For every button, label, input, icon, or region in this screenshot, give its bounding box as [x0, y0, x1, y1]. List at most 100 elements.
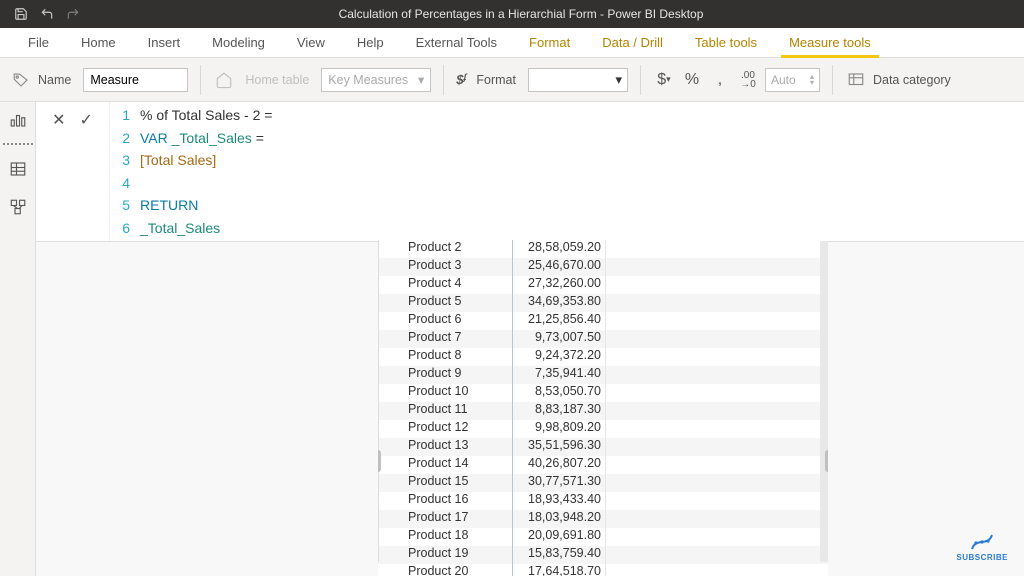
- currency-button[interactable]: $▾: [653, 69, 675, 91]
- value-cell: 40,26,807.20: [513, 456, 606, 474]
- subscribe-badge: SUBSCRIBE: [956, 533, 1008, 562]
- table-row[interactable]: Product 1915,83,759.40: [378, 546, 828, 564]
- resize-handle-left[interactable]: [378, 450, 381, 472]
- table-row[interactable]: Product 228,58,059.20: [378, 240, 828, 258]
- table-row[interactable]: Product 1618,93,433.40: [378, 492, 828, 510]
- formula-editor[interactable]: 1% of Total Sales - 2 =2VAR _Total_Sales…: [110, 102, 1024, 241]
- table-row[interactable]: Product 97,35,941.40: [378, 366, 828, 384]
- home-table-dropdown[interactable]: Key Measures ▾: [321, 68, 431, 92]
- decimal-decrease-button[interactable]: .00→0: [737, 69, 759, 91]
- tab-external-tools[interactable]: External Tools: [400, 28, 513, 58]
- value-cell: 7,35,941.40: [513, 366, 606, 384]
- data-category-icon: [845, 69, 867, 91]
- save-icon[interactable]: [14, 7, 28, 21]
- data-category-label: Data category: [873, 73, 951, 87]
- undo-icon[interactable]: [40, 7, 54, 21]
- title-bar: Calculation of Percentages in a Hierarch…: [0, 0, 1024, 28]
- tab-data-drill[interactable]: Data / Drill: [586, 28, 679, 58]
- scrollbar[interactable]: [820, 241, 828, 562]
- format-dropdown[interactable]: ▾: [528, 68, 628, 92]
- home-table-label: Home table: [245, 73, 309, 87]
- value-cell: 35,51,596.30: [513, 438, 606, 456]
- commit-formula-button[interactable]: ✓: [80, 110, 93, 130]
- chevron-down-icon: ▾: [418, 72, 424, 87]
- table-row[interactable]: Product 108,53,050.70: [378, 384, 828, 402]
- product-name-cell: Product 8: [378, 348, 513, 366]
- data-table: Product 228,58,059.20Product 325,46,670.…: [378, 240, 828, 576]
- home-table-value: Key Measures: [328, 73, 408, 87]
- value-cell: 25,46,670.00: [513, 258, 606, 276]
- product-name-cell: Product 9: [378, 366, 513, 384]
- table-row[interactable]: Product 1820,09,691.80: [378, 528, 828, 546]
- table-row[interactable]: Product 118,83,187.30: [378, 402, 828, 420]
- product-name-cell: Product 18: [378, 528, 513, 546]
- value-cell: 15,83,759.40: [513, 546, 606, 564]
- table-row[interactable]: Product 534,69,353.80: [378, 294, 828, 312]
- product-name-cell: Product 2: [378, 240, 513, 258]
- data-view-button[interactable]: [4, 155, 32, 183]
- value-cell: 30,77,571.30: [513, 474, 606, 492]
- product-name-cell: Product 6: [378, 312, 513, 330]
- table-row[interactable]: Product 1718,03,948.20: [378, 510, 828, 528]
- measure-name-input[interactable]: [83, 68, 188, 92]
- formula-bar: ✕ ✓ 1% of Total Sales - 2 =2VAR _Total_S…: [36, 102, 1024, 242]
- name-label: Name: [38, 73, 71, 87]
- tab-insert[interactable]: Insert: [132, 28, 197, 58]
- tag-icon: [10, 69, 32, 91]
- value-cell: 17,64,518.70: [513, 564, 606, 576]
- value-cell: 8,53,050.70: [513, 384, 606, 402]
- percent-button[interactable]: %: [681, 69, 703, 91]
- product-name-cell: Product 15: [378, 474, 513, 492]
- table-row[interactable]: Product 1440,26,807.20: [378, 456, 828, 474]
- product-name-cell: Product 17: [378, 510, 513, 528]
- value-cell: 27,32,260.00: [513, 276, 606, 294]
- table-row[interactable]: Product 325,46,670.00: [378, 258, 828, 276]
- tab-help[interactable]: Help: [341, 28, 400, 58]
- value-cell: 28,58,059.20: [513, 240, 606, 258]
- value-cell: 9,73,007.50: [513, 330, 606, 348]
- table-row[interactable]: Product 89,24,372.20: [378, 348, 828, 366]
- product-name-cell: Product 4: [378, 276, 513, 294]
- value-cell: 21,25,856.40: [513, 312, 606, 330]
- product-name-cell: Product 19: [378, 546, 513, 564]
- window-title: Calculation of Percentages in a Hierarch…: [86, 7, 956, 21]
- tab-measure-tools[interactable]: Measure tools: [773, 28, 887, 58]
- table-row[interactable]: Product 427,32,260.00: [378, 276, 828, 294]
- table-row[interactable]: Product 1530,77,571.30: [378, 474, 828, 492]
- model-view-button[interactable]: [4, 193, 32, 221]
- cancel-formula-button[interactable]: ✕: [52, 110, 65, 130]
- table-row[interactable]: Product 1335,51,596.30: [378, 438, 828, 456]
- value-cell: 9,24,372.20: [513, 348, 606, 366]
- report-view-button[interactable]: [4, 106, 32, 134]
- tab-view[interactable]: View: [281, 28, 341, 58]
- table-row[interactable]: Product 2017,64,518.70: [378, 564, 828, 576]
- tab-format[interactable]: Format: [513, 28, 586, 58]
- product-name-cell: Product 3: [378, 258, 513, 276]
- value-cell: 18,03,948.20: [513, 510, 606, 528]
- table-row[interactable]: Product 79,73,007.50: [378, 330, 828, 348]
- value-cell: 20,09,691.80: [513, 528, 606, 546]
- resize-handle-right[interactable]: [825, 450, 828, 472]
- redo-icon[interactable]: [66, 7, 80, 21]
- table-row[interactable]: Product 129,98,809.20: [378, 420, 828, 438]
- value-cell: 18,93,433.40: [513, 492, 606, 510]
- decimal-places-input[interactable]: Auto ▴▾: [765, 68, 820, 92]
- ribbon-tabs: File Home Insert Modeling View Help Exte…: [0, 28, 1024, 58]
- home-table-icon: [213, 69, 235, 91]
- product-name-cell: Product 10: [378, 384, 513, 402]
- product-name-cell: Product 14: [378, 456, 513, 474]
- product-name-cell: Product 5: [378, 294, 513, 312]
- tab-home[interactable]: Home: [65, 28, 132, 58]
- value-cell: 8,83,187.30: [513, 402, 606, 420]
- value-cell: 34,69,353.80: [513, 294, 606, 312]
- value-cell: 9,98,809.20: [513, 420, 606, 438]
- tab-table-tools[interactable]: Table tools: [679, 28, 773, 58]
- product-name-cell: Product 16: [378, 492, 513, 510]
- thousands-separator-button[interactable]: ,: [709, 69, 731, 91]
- product-name-cell: Product 13: [378, 438, 513, 456]
- table-row[interactable]: Product 621,25,856.40: [378, 312, 828, 330]
- format-fx-icon: $ʄ: [456, 72, 466, 87]
- spinner-icon: ▴▾: [810, 74, 814, 86]
- tab-modeling[interactable]: Modeling: [196, 28, 281, 58]
- tab-file[interactable]: File: [12, 28, 65, 58]
